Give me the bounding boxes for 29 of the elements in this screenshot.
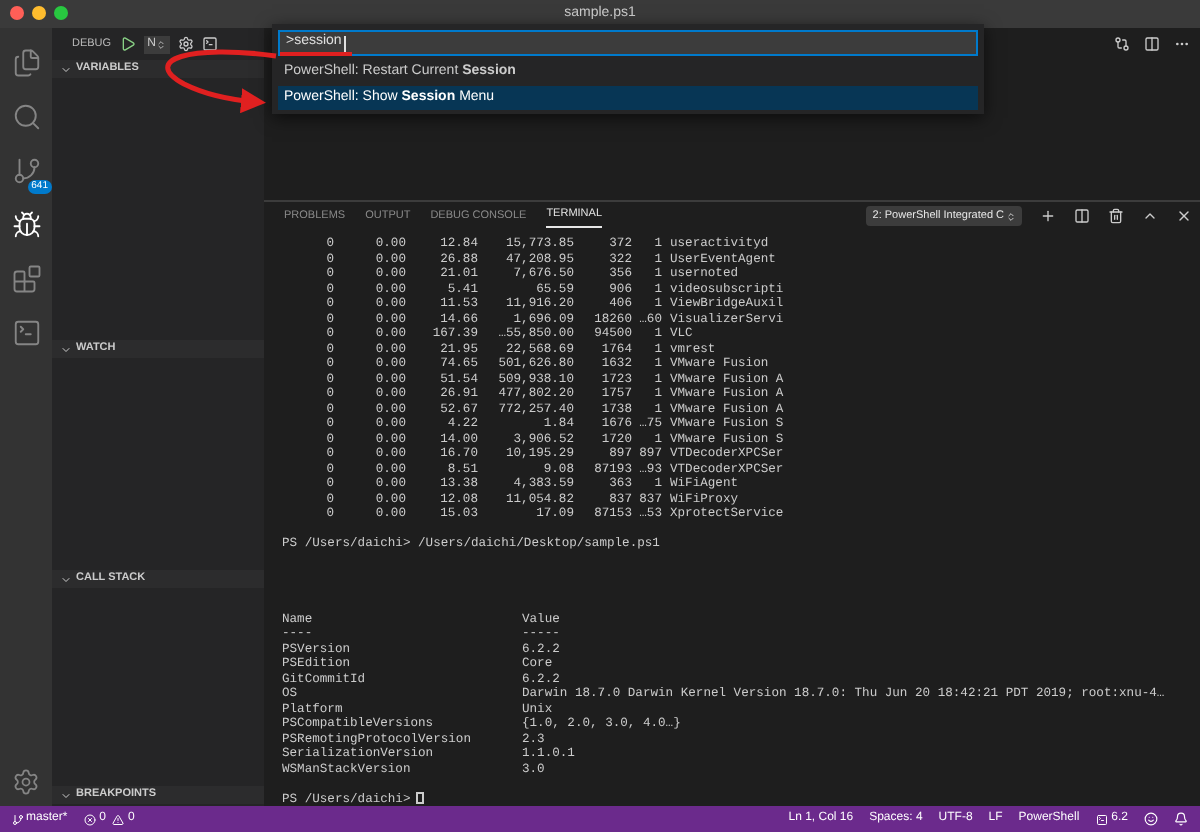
error-icon: [83, 813, 96, 825]
smiley-icon[interactable]: [1144, 812, 1158, 826]
plus-icon[interactable]: [1040, 208, 1056, 224]
split-editor-icon[interactable]: [1144, 36, 1160, 52]
close-window-icon[interactable]: [10, 6, 24, 20]
branch-icon: [12, 813, 24, 825]
maximize-window-icon[interactable]: [54, 6, 68, 20]
close-icon[interactable]: [1176, 208, 1192, 224]
extensions-icon[interactable]: [11, 264, 41, 294]
search-icon[interactable]: [11, 102, 41, 132]
arrow-annotation: [165, 49, 277, 114]
debug-icon[interactable]: [11, 210, 41, 240]
split-terminal-icon[interactable]: [1074, 208, 1090, 224]
terminal-icon[interactable]: [201, 36, 218, 52]
trash-icon[interactable]: [1108, 208, 1124, 224]
up-down-icon: [1006, 211, 1016, 221]
powershell-icon[interactable]: [11, 318, 41, 348]
terminal-icon: [1095, 813, 1108, 825]
chevron-up-icon[interactable]: [1142, 208, 1158, 224]
cursor-icon: [416, 792, 424, 805]
warning-icon: [112, 813, 125, 825]
minimize-window-icon[interactable]: [32, 6, 46, 20]
start-debug-icon[interactable]: [119, 36, 136, 52]
compare-icon[interactable]: [1114, 36, 1130, 52]
files-icon[interactable]: [11, 48, 41, 78]
underline-annotation: [280, 52, 352, 55]
settings-icon[interactable]: [177, 36, 194, 52]
up-down-icon: [155, 39, 166, 49]
bell-icon[interactable]: [1174, 812, 1188, 826]
